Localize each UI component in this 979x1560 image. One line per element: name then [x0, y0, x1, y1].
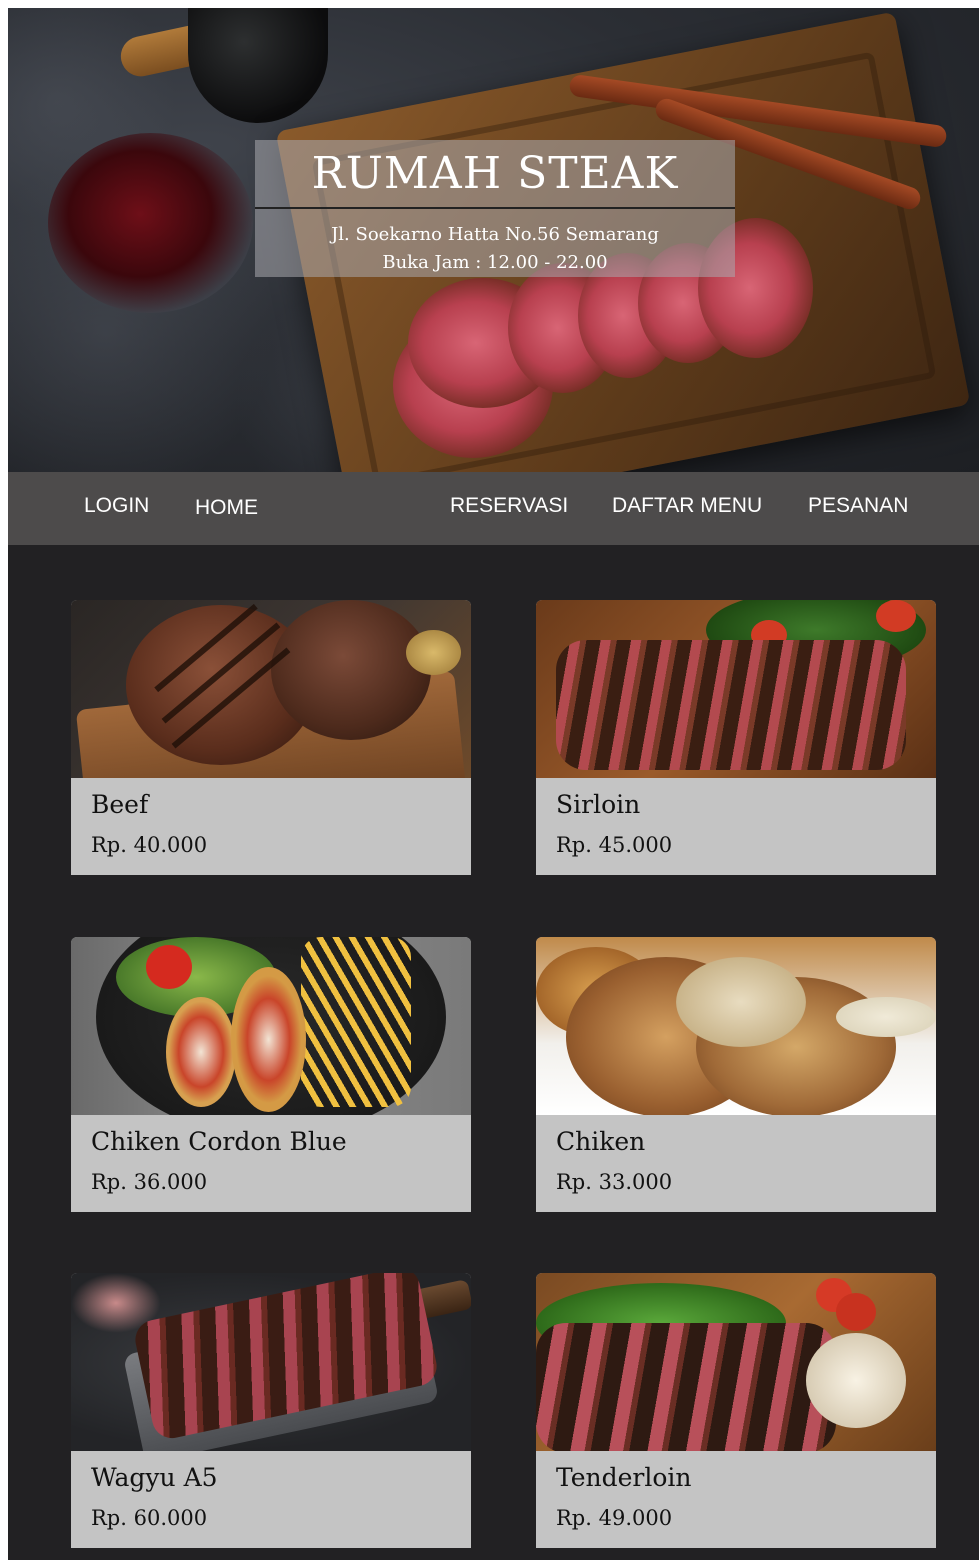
cordon-blue-shape: [166, 997, 236, 1107]
menu-item-image: [536, 937, 936, 1115]
menu-card-chiken[interactable]: Chiken Rp. 33.000: [536, 937, 936, 1212]
menu-item-image: [71, 1273, 471, 1451]
menu-item-name: Chiken Cordon Blue: [91, 1127, 347, 1156]
menu-item-image: [71, 600, 471, 778]
menu-item-image: [536, 1273, 936, 1451]
menu-card-beef[interactable]: Beef Rp. 40.000: [71, 600, 471, 875]
hero-wine-glass-image: [48, 133, 253, 313]
nav-daftar-menu[interactable]: DAFTAR MENU: [612, 494, 762, 518]
menu-item-price: Rp. 45.000: [556, 833, 673, 857]
menu-item-price: Rp. 49.000: [556, 1506, 673, 1530]
menu-item-price: Rp. 40.000: [91, 833, 208, 857]
hero-banner: RUMAH STEAK Jl. Soekarno Hatta No.56 Sem…: [8, 8, 979, 472]
nav-pesanan[interactable]: PESANAN: [808, 494, 908, 518]
menu-item-image: [536, 600, 936, 778]
sauce-bowl-shape: [836, 997, 936, 1037]
menu-item-name: Chiken: [556, 1127, 646, 1156]
nav-login[interactable]: LOGIN: [84, 494, 149, 518]
nav-reservasi[interactable]: RESERVASI: [450, 494, 568, 518]
menu-item-image: [71, 937, 471, 1115]
tomato-shape: [836, 1293, 876, 1331]
sliced-tenderloin-shape: [536, 1323, 836, 1451]
menu-item-name: Sirloin: [556, 790, 641, 819]
menu-card-sirloin[interactable]: Sirloin Rp. 45.000: [536, 600, 936, 875]
menu-card-tenderloin[interactable]: Tenderloin Rp. 49.000: [536, 1273, 936, 1548]
cordon-blue-shape: [231, 967, 306, 1112]
sliced-steak-shape: [556, 640, 906, 770]
app-frame: RUMAH STEAK Jl. Soekarno Hatta No.56 Sem…: [8, 8, 979, 1560]
tomato-shape: [146, 945, 192, 989]
menu-item-name: Beef: [91, 790, 149, 819]
menu-item-name: Tenderloin: [556, 1463, 692, 1492]
menu-item-price: Rp. 60.000: [91, 1506, 208, 1530]
menu-item-price: Rp. 33.000: [556, 1170, 673, 1194]
menu-card-chiken-cordon-blue[interactable]: Chiken Cordon Blue Rp. 36.000: [71, 937, 471, 1212]
garnish-shape: [406, 630, 461, 675]
steak-shape: [271, 600, 431, 740]
nav-home[interactable]: HOME: [195, 496, 258, 520]
menu-item-name: Wagyu A5: [91, 1463, 218, 1492]
menu-item-price: Rp. 36.000: [91, 1170, 208, 1194]
restaurant-address: Jl. Soekarno Hatta No.56 Semarang: [331, 224, 659, 245]
garlic-shape: [806, 1333, 906, 1428]
menu-card-wagyu-a5[interactable]: Wagyu A5 Rp. 60.000: [71, 1273, 471, 1548]
restaurant-title: RUMAH STEAK: [311, 148, 679, 199]
nav-bar: LOGIN HOME RESERVASI DAFTAR MENU PESANAN: [8, 472, 979, 545]
hero-title-divider: [255, 207, 735, 209]
sauce-shape: [676, 957, 806, 1047]
fries-shape: [301, 937, 411, 1107]
tomato-shape: [876, 600, 916, 632]
restaurant-hours: Buka Jam : 12.00 - 22.00: [382, 252, 608, 273]
